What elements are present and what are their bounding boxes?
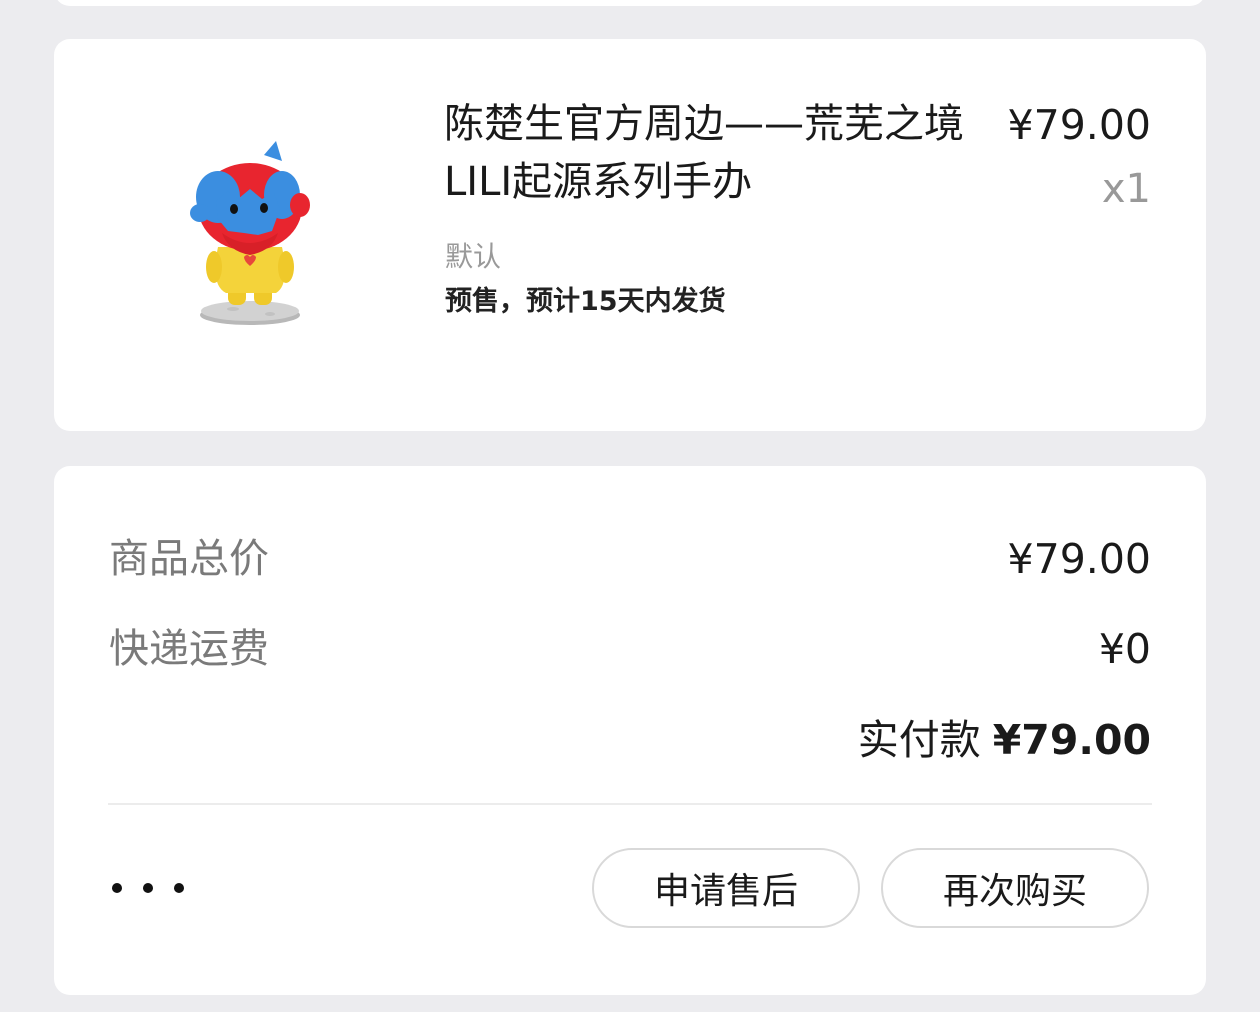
product-title[interactable]: 陈楚生官方周边——荒芜之境LILI起源系列手办 [444,95,964,211]
product-thumbnail[interactable] [178,135,328,335]
paid-label: 实付款 [857,716,981,764]
more-dots-icon[interactable] [112,870,184,906]
unit-price: ¥79.00 [1007,101,1151,149]
previous-card-edge [54,0,1206,6]
paid-amount-row: 实付款 ¥79.00 [858,714,1151,766]
dot [143,883,153,893]
goods-total-value: ¥79.00 [1007,535,1151,583]
product-card[interactable]: 陈楚生官方周边——荒芜之境LILI起源系列手办 ¥79.00 x1 默认 预售，… [54,39,1206,431]
presale-shipping-note: 预售，预计15天内发货 [445,286,726,317]
goods-total-label: 商品总价 [109,536,269,582]
order-summary-card: 商品总价 ¥79.00 快递运费 ¥0 实付款 ¥79.00 申请售后 再次购买 [54,466,1206,995]
rebuy-button[interactable]: 再次购买 [881,848,1149,928]
dot [112,883,122,893]
paid-amount: ¥79.00 [992,716,1151,764]
shipping-fee-value: ¥0 [1098,625,1151,673]
variant-label: 默认 [445,240,502,273]
quantity: x1 [1101,166,1151,212]
dot [174,883,184,893]
shipping-fee-label: 快递运费 [109,626,269,672]
divider [108,803,1152,805]
after-sale-button[interactable]: 申请售后 [592,848,860,928]
